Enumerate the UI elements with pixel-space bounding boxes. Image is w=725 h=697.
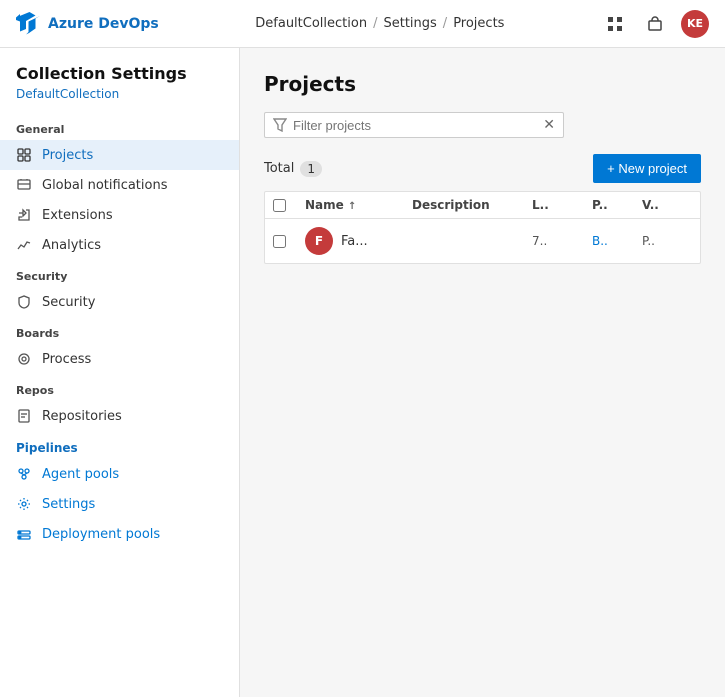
sidebar-section-pipelines: Pipelines [0,431,239,459]
sidebar-title: Collection Settings [0,64,239,87]
sidebar-item-settings-label: Settings [42,497,95,512]
top-nav-icons: KE [601,10,709,38]
breadcrumb-item-3[interactable]: Projects [453,16,504,31]
new-project-button[interactable]: + New project [593,154,701,183]
process-icon [16,351,32,367]
sidebar-item-notifications-label: Global notifications [42,178,167,193]
total-count-label: Total 1 [264,161,322,177]
sidebar-subtitle[interactable]: DefaultCollection [0,87,239,113]
content-area: Projects ✕ Total 1 + New project [240,48,725,697]
col-header-visibility: V.. [642,198,692,212]
sidebar-item-settings[interactable]: Settings [0,489,239,519]
sidebar-item-extensions[interactable]: Extensions [0,200,239,230]
total-text: Total [264,161,294,176]
sidebar-item-agent-pools-label: Agent pools [42,467,119,482]
row-checkbox[interactable] [273,235,286,248]
sidebar-section-security: Security [0,260,239,287]
settings-icon [16,496,32,512]
shopping-bag-icon[interactable] [641,10,669,38]
filter-icon [273,118,287,132]
sidebar: Collection Settings DefaultCollection Ge… [0,48,240,697]
top-nav: Azure DevOps DefaultCollection / Setting… [0,0,725,48]
sidebar-item-process[interactable]: Process [0,344,239,374]
row-checkbox-col [273,235,305,248]
sidebar-item-repositories-label: Repositories [42,409,122,424]
breadcrumb-item-2[interactable]: Settings [383,16,436,31]
breadcrumb-sep-2: / [443,16,447,31]
filter-bar: ✕ [264,112,701,138]
main-layout: Collection Settings DefaultCollection Ge… [0,48,725,697]
projects-table: Name ↑ Description L.. P.. V.. F Fa... 7… [264,191,701,264]
extensions-icon [16,207,32,223]
projects-icon [16,147,32,163]
agent-pools-icon [16,466,32,482]
sidebar-section-boards: Boards [0,317,239,344]
sidebar-item-deployment-pools[interactable]: Deployment pools [0,519,239,549]
row-last-modified: 7.. [532,234,592,248]
breadcrumb-sep-1: / [373,16,377,31]
azure-devops-logo-icon [16,12,40,36]
repositories-icon [16,408,32,424]
filter-projects-input[interactable] [293,118,537,133]
breadcrumb-item-1[interactable]: DefaultCollection [255,16,367,31]
security-icon [16,294,32,310]
notifications-icon [16,177,32,193]
sidebar-item-analytics-label: Analytics [42,238,101,253]
user-avatar[interactable]: KE [681,10,709,38]
sidebar-item-analytics[interactable]: Analytics [0,230,239,260]
row-visibility: P.. [642,234,692,248]
filter-clear-button[interactable]: ✕ [543,117,555,133]
sidebar-item-security[interactable]: Security [0,287,239,317]
deployment-pools-icon [16,526,32,542]
grid-icon[interactable] [601,10,629,38]
sidebar-section-general: General [0,113,239,140]
table-toolbar: Total 1 + New project [264,154,701,183]
sidebar-item-security-label: Security [42,295,95,310]
sidebar-item-agent-pools[interactable]: Agent pools [0,459,239,489]
sidebar-item-extensions-label: Extensions [42,208,113,223]
app-name-label: Azure DevOps [48,16,159,32]
total-badge: 1 [300,161,322,177]
sidebar-item-global-notifications[interactable]: Global notifications [0,170,239,200]
sidebar-item-process-label: Process [42,352,91,367]
sidebar-item-projects-label: Projects [42,148,93,163]
row-pipeline[interactable]: B.. [592,234,642,248]
col-header-last: L.. [532,198,592,212]
sort-icon: ↑ [348,201,356,212]
app-logo[interactable]: Azure DevOps [16,12,159,36]
breadcrumb: DefaultCollection / Settings / Projects [171,16,589,31]
col-header-description: Description [412,198,532,212]
page-title: Projects [264,72,701,96]
select-all-checkbox[interactable] [273,199,286,212]
analytics-icon [16,237,32,253]
filter-input-wrap: ✕ [264,112,564,138]
sidebar-item-repositories[interactable]: Repositories [0,401,239,431]
table-header: Name ↑ Description L.. P.. V.. [265,192,700,219]
row-name-col[interactable]: F Fa... [305,227,412,255]
select-all-checkbox-col [273,199,305,212]
project-avatar: F [305,227,333,255]
table-row: F Fa... 7.. B.. P.. [265,219,700,263]
col-header-name: Name ↑ [305,198,412,212]
sidebar-item-projects[interactable]: Projects [0,140,239,170]
sidebar-section-repos: Repos [0,374,239,401]
col-header-pipeline: P.. [592,198,642,212]
sidebar-item-deployment-pools-label: Deployment pools [42,527,160,542]
project-name: Fa... [341,234,368,249]
